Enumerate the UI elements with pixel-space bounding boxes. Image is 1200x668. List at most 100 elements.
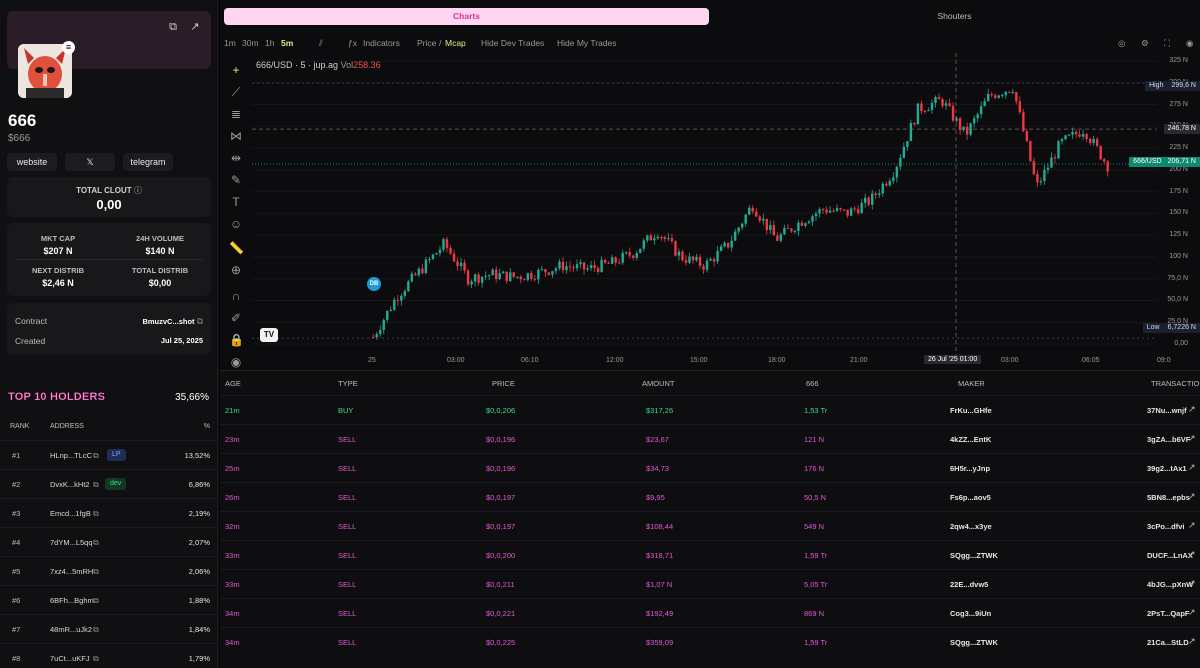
external-link-icon[interactable]: ↗: [1188, 491, 1196, 502]
tab-shouters[interactable]: Shouters: [709, 8, 1200, 25]
eye-icon[interactable]: ◉: [229, 355, 243, 369]
brush-icon[interactable]: ✎: [229, 173, 243, 187]
holder-row[interactable]: #2 DvxK...kHt2 ⧉ dev 6,86%: [0, 469, 217, 498]
col-amount[interactable]: AMOUNT: [642, 379, 675, 388]
trade-row[interactable]: 33m SELL $0,0,211 $1,07 N 5,05 Tr 22E...dvw5 4…: [220, 569, 1200, 598]
trade-maker[interactable]: 22E...dvw5: [950, 580, 988, 589]
trade-tx[interactable]: 2PsT...QapF: [1147, 609, 1190, 618]
settings-icon[interactable]: ⚙: [1141, 38, 1149, 49]
holder-address[interactable]: DvxK...kHt2: [50, 480, 90, 489]
lock-icon[interactable]: 🔒: [229, 333, 244, 347]
copy-icon[interactable]: ⧉: [93, 451, 99, 461]
trade-maker[interactable]: SQgg...ZTWK: [950, 551, 998, 560]
dev-trade-marker[interactable]: DB: [367, 277, 381, 291]
price-toggle[interactable]: Price: [417, 38, 436, 48]
trade-tx[interactable]: 37Nu...wnjf: [1147, 406, 1187, 415]
tradingview-logo[interactable]: TV: [260, 328, 278, 342]
col-transaction[interactable]: TRANSACTION: [1151, 379, 1200, 388]
crosshair-icon[interactable]: +: [229, 63, 243, 77]
website-link[interactable]: website: [7, 153, 57, 171]
emoji-icon[interactable]: ☺: [229, 217, 243, 231]
interval-1h[interactable]: 1h: [265, 38, 274, 48]
holder-address[interactable]: 6BFh...Bghm: [50, 596, 94, 605]
external-link-icon[interactable]: ↗: [1188, 549, 1196, 560]
text-icon[interactable]: T: [229, 195, 243, 209]
holder-address[interactable]: 48mR...uJk2: [50, 625, 92, 634]
fullscreen-icon[interactable]: ⛶: [1164, 38, 1170, 49]
tab-charts[interactable]: Charts: [224, 8, 709, 25]
indicators-button[interactable]: Indicators: [363, 38, 400, 48]
external-link-icon[interactable]: ↗: [1188, 404, 1196, 415]
pattern-icon[interactable]: ⋈: [229, 129, 243, 143]
holder-row[interactable]: #3 Emcd...1fgB ⧉ 2,19%: [0, 498, 217, 527]
copy-icon[interactable]: ⧉: [93, 625, 99, 635]
copy-icon[interactable]: ⧉: [197, 316, 203, 326]
info-icon[interactable]: ⓘ: [134, 186, 142, 195]
col-age[interactable]: AGE: [225, 379, 241, 388]
trade-row[interactable]: 25m SELL $0,0,196 $34,73 176 N 6H5r...yJnp 39g…: [220, 453, 1200, 482]
holder-address[interactable]: 7xz4...5mRH: [50, 567, 93, 576]
interval-5m[interactable]: 5m: [281, 38, 293, 48]
copy-icon[interactable]: ⧉: [93, 480, 99, 490]
copy-icon[interactable]: ⧉: [167, 21, 179, 33]
trade-tx[interactable]: DUCF...LnAX: [1147, 551, 1193, 560]
trend-line-icon[interactable]: ⟋: [229, 85, 243, 99]
trade-row[interactable]: 26m SELL $0,0,197 $9,95 50,5 N Fs6p...aov5 5BN…: [220, 482, 1200, 511]
holder-row[interactable]: #8 7uCt...uKFJ ⧉ 1,79%: [0, 643, 217, 668]
col-type[interactable]: TYPE: [338, 379, 358, 388]
price-chart[interactable]: 1m 30m 1h 5m ⫽ ƒx Indicators Price / Mca…: [220, 31, 1200, 369]
trade-maker[interactable]: SQgg...ZTWK: [950, 638, 998, 647]
trade-maker[interactable]: 6H5r...yJnp: [950, 464, 990, 473]
holder-row[interactable]: #7 48mR...uJk2 ⧉ 1,84%: [0, 614, 217, 643]
holder-address[interactable]: HLnp...TLcC: [50, 451, 92, 460]
trade-maker[interactable]: 4kZZ...EntK: [950, 435, 991, 444]
trade-maker[interactable]: Fs6p...aov5: [950, 493, 991, 502]
trade-row[interactable]: 23m SELL $0,0,196 $23,67 121 N 4kZZ...EntK 3gZ…: [220, 424, 1200, 453]
copy-icon[interactable]: ⧉: [93, 596, 99, 606]
holder-row[interactable]: #4 7dYM...L5qq ⧉ 2,07%: [0, 527, 217, 556]
candle-type-icon[interactable]: ⫽: [319, 38, 323, 49]
fib-icon[interactable]: ≣: [229, 107, 243, 121]
holder-address[interactable]: 7uCt...uKFJ: [50, 654, 90, 663]
external-link-icon[interactable]: ↗: [1188, 462, 1196, 473]
camera-icon[interactable]: ◉: [1186, 38, 1193, 49]
candlestick-plot[interactable]: [252, 53, 1200, 356]
forecast-icon[interactable]: ⇹: [229, 151, 243, 165]
menu-icon[interactable]: ≡: [62, 41, 75, 54]
copy-icon[interactable]: ⧉: [93, 654, 99, 664]
copy-icon[interactable]: ⧉: [93, 538, 99, 548]
copy-icon[interactable]: ⧉: [93, 509, 99, 519]
external-link-icon[interactable]: ↗: [1188, 433, 1196, 444]
lock-draw-icon[interactable]: ✐: [229, 311, 243, 325]
external-link-icon[interactable]: ↗: [189, 21, 201, 33]
external-link-icon[interactable]: ↗: [1188, 607, 1196, 618]
x-link[interactable]: 𝕏: [65, 153, 115, 171]
copy-icon[interactable]: ⧉: [93, 567, 99, 577]
zoom-in-icon[interactable]: ⊕: [229, 263, 243, 277]
hide-my-trades-button[interactable]: Hide My Trades: [557, 38, 617, 48]
trade-row[interactable]: 34m SELL $0,0,221 $192,49 869 N Cog3...9iUn 2P…: [220, 598, 1200, 627]
col-price[interactable]: PRICE: [492, 379, 515, 388]
holder-row[interactable]: #5 7xz4...5mRH ⧉ 2,06%: [0, 556, 217, 585]
holder-address[interactable]: 7dYM...L5qq: [50, 538, 93, 547]
trade-maker[interactable]: Cog3...9iUn: [950, 609, 991, 618]
trade-tx[interactable]: 3cPo...dfvi: [1147, 522, 1185, 531]
trade-row[interactable]: 32m SELL $0,0,197 $108,44 549 N 2qw4...x3ye 3c…: [220, 511, 1200, 540]
mcap-toggle[interactable]: Mcap: [445, 38, 466, 48]
holder-row[interactable]: #1 HLnp...TLcC ⧉ LP 13,52%: [0, 440, 217, 469]
ruler-icon[interactable]: 📏: [229, 241, 244, 255]
indicators-icon[interactable]: ƒx: [348, 38, 357, 48]
magnet-icon[interactable]: ∩: [229, 289, 243, 303]
trade-maker[interactable]: 2qw4...x3ye: [950, 522, 992, 531]
interval-1m[interactable]: 1m: [224, 38, 236, 48]
screenshot-icon[interactable]: ◎: [1118, 38, 1125, 49]
col-maker[interactable]: MAKER: [958, 379, 985, 388]
trade-tx[interactable]: 3gZA...b6VF: [1147, 435, 1190, 444]
trade-row[interactable]: 33m SELL $0,0,200 $318,71 1,59 Tr SQgg...ZTWK…: [220, 540, 1200, 569]
trade-tx[interactable]: 21Ca...StLD: [1147, 638, 1189, 647]
hide-dev-trades-button[interactable]: Hide Dev Trades: [481, 38, 544, 48]
trade-tx[interactable]: 39g2...tAx1: [1147, 464, 1187, 473]
trade-row[interactable]: 34m SELL $0,0,225 $359,09 1,59 Tr SQgg...ZTWK…: [220, 627, 1200, 656]
col-token-qty[interactable]: 666: [806, 379, 819, 388]
holder-address[interactable]: Emcd...1fgB: [50, 509, 91, 518]
